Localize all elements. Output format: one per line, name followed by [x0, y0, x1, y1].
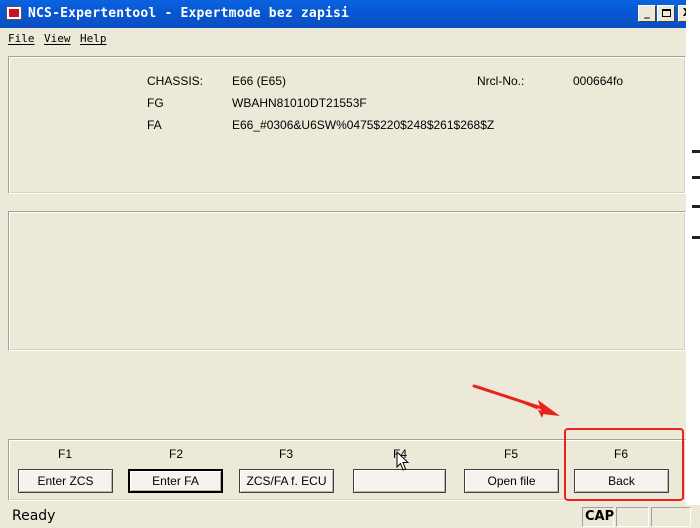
fkey-label-f1: F1 — [57, 447, 72, 461]
chassis-label: CHASSIS: — [147, 74, 204, 88]
fa-label: FA — [147, 118, 162, 132]
fkey-label-f2: F2 — [168, 447, 183, 461]
fg-label: FG — [147, 96, 164, 110]
caps-lock-indicator: CAP — [582, 507, 614, 527]
menu-view[interactable]: View — [44, 32, 71, 45]
desktop-edge-mark — [692, 205, 700, 208]
fg-value: WBAHN81010DT21553F — [232, 96, 367, 110]
enter-zcs-button[interactable]: Enter ZCS — [18, 469, 113, 493]
app-icon[interactable] — [6, 6, 22, 20]
num-lock-indicator — [616, 507, 649, 527]
desktop-edge-mark — [692, 236, 700, 239]
mouse-cursor-icon — [396, 451, 410, 471]
desktop-edge-mark — [692, 150, 700, 153]
fa-value: E66_#0306&U6SW%0475$220$248$261$268$Z — [232, 118, 495, 132]
desktop-edge — [686, 0, 700, 528]
desktop-edge-mark — [692, 176, 700, 179]
chassis-value: E66 (E65) — [232, 74, 287, 88]
minimize-button[interactable]: _ — [638, 5, 656, 22]
fkey-label-f5: F5 — [503, 447, 518, 461]
title-bar[interactable]: NCS-Expertentool - Expertmode bez zapisi… — [0, 0, 696, 28]
enter-fa-button[interactable]: Enter FA — [128, 469, 223, 493]
menu-help[interactable]: Help — [80, 32, 107, 45]
menu-file[interactable]: File — [8, 32, 35, 45]
menu-bar: File View Help — [0, 28, 686, 50]
nrcl-label: Nrcl-No.: — [477, 74, 525, 88]
status-text: Ready — [12, 508, 56, 524]
window-title: NCS-Expertentool - Expertmode bez zapisi — [28, 6, 350, 21]
app-window: NCS-Expertentool - Expertmode bez zapisi… — [0, 0, 700, 528]
zcs-fa-ecu-button[interactable]: ZCS/FA f. ECU — [239, 469, 334, 493]
fkey-label-f3: F3 — [278, 447, 293, 461]
maximize-button[interactable] — [657, 5, 675, 22]
open-file-button[interactable]: Open file — [464, 469, 559, 493]
status-bar: Ready CAP — [0, 505, 700, 528]
annotation-highlight-box — [564, 428, 684, 501]
nrcl-value: 000664fo — [573, 74, 624, 88]
scroll-lock-indicator — [651, 507, 691, 527]
output-panel — [8, 211, 686, 351]
maximize-icon — [661, 9, 671, 17]
